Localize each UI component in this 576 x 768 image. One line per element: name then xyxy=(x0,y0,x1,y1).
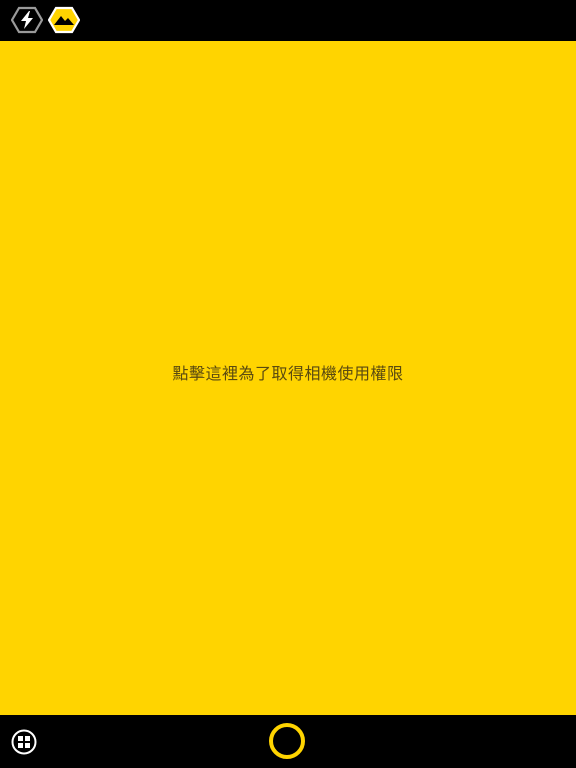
gallery-button[interactable] xyxy=(11,729,37,755)
flash-icon xyxy=(10,6,44,34)
camera-preview-area[interactable]: 點擊這裡為了取得相機使用權限 xyxy=(0,41,576,715)
mountain-icon xyxy=(47,6,81,34)
camera-permission-message[interactable]: 點擊這裡為了取得相機使用權限 xyxy=(172,360,403,384)
scene-mode-button[interactable] xyxy=(47,6,81,34)
top-toolbar xyxy=(0,0,576,41)
flash-toggle-button[interactable] xyxy=(10,6,44,34)
grid-icon xyxy=(11,729,37,755)
camera-app: 點擊這裡為了取得相機使用權限 xyxy=(0,0,576,768)
bottom-toolbar xyxy=(0,715,576,768)
shutter-button[interactable] xyxy=(269,723,305,759)
